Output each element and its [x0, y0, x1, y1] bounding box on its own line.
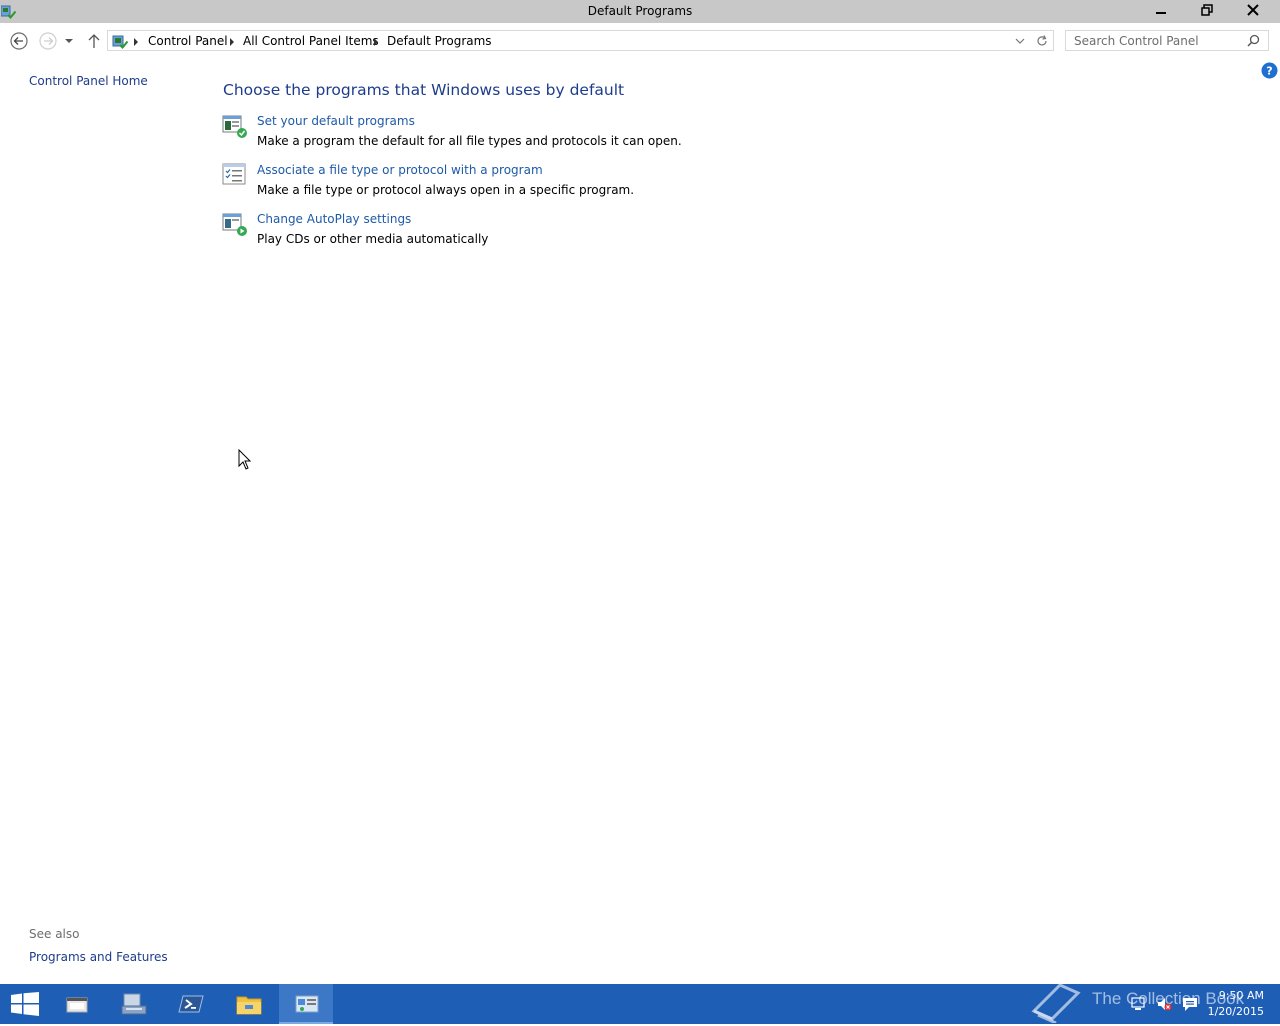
address-bar[interactable]: Control Panel All Control Panel Items De… [107, 30, 1054, 51]
breadcrumb-separator-icon[interactable] [374, 38, 378, 46]
taskbar: The Collection Book 9:50 AM 1/20/2015 [0, 981, 1280, 1026]
breadcrumb-separator-icon[interactable] [134, 38, 138, 46]
clock-time: 9:50 AM [1218, 989, 1264, 1002]
search-input[interactable]: Search Control Panel [1065, 30, 1269, 51]
default-programs-icon[interactable] [222, 113, 248, 139]
back-arrow-icon [10, 32, 28, 50]
change-autoplay-description: Play CDs or other media automatically [257, 232, 489, 246]
associate-file-type-description: Make a file type or protocol always open… [257, 183, 635, 197]
navigation-bar: Control Panel All Control Panel Items De… [0, 23, 1280, 59]
search-placeholder: Search Control Panel [1074, 34, 1199, 48]
refresh-icon[interactable] [1035, 34, 1049, 51]
forward-arrow-icon [39, 32, 57, 50]
up-arrow-icon [88, 34, 100, 48]
restore-button[interactable] [1184, 0, 1229, 20]
windows-logo-icon [11, 992, 39, 1016]
network-icon[interactable] [1130, 996, 1146, 1015]
programs-and-features-link[interactable]: Programs and Features [29, 950, 168, 964]
chevron-down-icon [65, 39, 73, 43]
restore-icon [1200, 4, 1213, 16]
help-icon[interactable]: ? [1261, 62, 1278, 79]
breadcrumb-control-panel[interactable]: Control Panel [148, 34, 228, 48]
clock-date: 1/20/2015 [1207, 1005, 1264, 1018]
title-bar: Default Programs [0, 0, 1280, 23]
file-association-icon[interactable] [222, 162, 248, 188]
taskbar-administrative-tools[interactable] [106, 984, 160, 1024]
up-button[interactable] [84, 31, 104, 51]
taskbar-file-explorer[interactable] [221, 984, 275, 1024]
start-button[interactable] [0, 984, 50, 1024]
control-panel-location-icon [112, 33, 129, 52]
taskbar-server-manager[interactable] [50, 984, 104, 1024]
minimize-button[interactable] [1138, 0, 1183, 20]
powershell-icon [178, 995, 204, 1013]
control-panel-home-link[interactable]: Control Panel Home [29, 74, 148, 88]
search-icon[interactable] [1247, 34, 1260, 50]
window-title: Default Programs [587, 4, 693, 18]
taskbar-powershell[interactable] [163, 984, 217, 1024]
close-button[interactable] [1230, 0, 1275, 20]
action-center-icon[interactable] [1182, 996, 1198, 1015]
set-default-programs-link[interactable]: Set your default programs [257, 114, 415, 128]
server-manager-icon [66, 997, 88, 1013]
set-default-programs-description: Make a program the default for all file … [257, 134, 682, 148]
breadcrumb-all-items[interactable]: All Control Panel Items [243, 34, 379, 48]
forward-button[interactable] [37, 31, 59, 51]
recent-locations-button[interactable] [62, 31, 76, 51]
volume-muted-icon[interactable] [1156, 996, 1172, 1015]
folder-icon [236, 996, 262, 1015]
see-also-label: See also [29, 927, 80, 941]
change-autoplay-link[interactable]: Change AutoPlay settings [257, 212, 411, 226]
system-clock[interactable]: 9:50 AM 1/20/2015 [1208, 988, 1264, 1020]
breadcrumb-default-programs[interactable]: Default Programs [387, 34, 492, 48]
page-heading: Choose the programs that Windows uses by… [223, 81, 625, 99]
svg-text:?: ? [1266, 65, 1272, 78]
administrative-tools-icon [121, 993, 147, 1015]
book-watermark-icon [1030, 981, 1082, 1026]
close-icon [1246, 4, 1259, 16]
taskbar-control-panel[interactable] [279, 984, 333, 1024]
minimize-icon [1155, 12, 1166, 14]
mouse-cursor-icon [238, 448, 252, 474]
autoplay-icon[interactable] [222, 211, 248, 237]
breadcrumb-separator-icon[interactable] [230, 38, 234, 46]
control-panel-icon [295, 995, 319, 1013]
address-dropdown-icon[interactable] [1014, 35, 1026, 50]
associate-file-type-link[interactable]: Associate a file type or protocol with a… [257, 163, 543, 177]
back-button[interactable] [8, 31, 30, 51]
